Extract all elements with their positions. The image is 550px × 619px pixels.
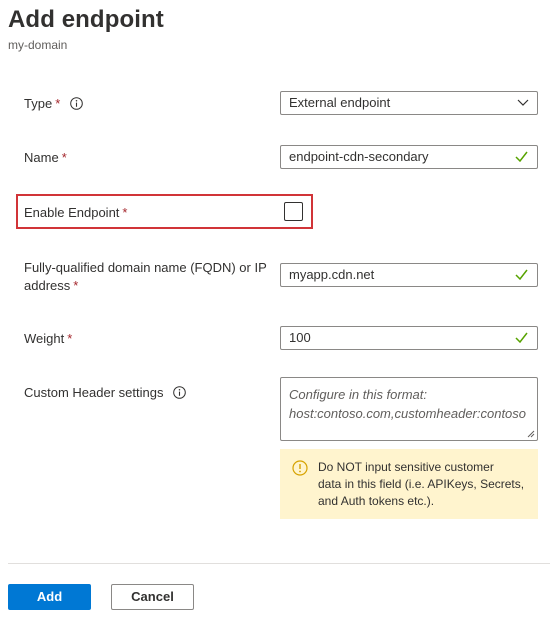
warning-icon (292, 460, 308, 476)
chevron-down-icon (517, 99, 529, 106)
fqdn-label-line1: Fully-qualified domain name (FQDN) or IP (24, 260, 267, 275)
cancel-button[interactable]: Cancel (111, 584, 194, 610)
required-marker: * (61, 150, 67, 165)
required-marker: * (73, 278, 79, 293)
type-dropdown[interactable]: External endpoint (280, 91, 538, 115)
weight-label: Weight (24, 331, 65, 346)
type-label-row: Type * (24, 95, 83, 113)
type-label: Type (24, 96, 53, 111)
enable-endpoint-checkbox[interactable] (284, 202, 303, 221)
fqdn-label-row: Fully-qualified domain name (FQDN) or IP… (24, 259, 267, 295)
fqdn-input-value: myapp.cdn.net (289, 267, 375, 282)
warning-text-line3: and Auth tokens etc.). (318, 494, 435, 508)
name-input[interactable]: endpoint-cdn-secondary (280, 145, 538, 169)
warning-text-line1: Do NOT input sensitive customer (318, 460, 494, 474)
checkmark-icon (515, 151, 528, 162)
resize-grip-icon[interactable] (527, 430, 535, 438)
sensitive-data-warning: Do NOT input sensitive customer data in … (280, 449, 538, 519)
enable-endpoint-label: Enable Endpoint (24, 205, 120, 220)
name-label: Name (24, 150, 59, 165)
custom-header-placeholder-line1: Configure in this format: (289, 387, 428, 402)
page-subtitle: my-domain (8, 38, 68, 52)
required-marker: * (55, 96, 61, 111)
add-button[interactable]: Add (8, 584, 91, 610)
name-label-row: Name * (24, 149, 67, 167)
type-dropdown-value: External endpoint (289, 95, 391, 110)
required-marker: * (67, 331, 73, 346)
enable-endpoint-label-row: Enable Endpoint * (24, 204, 127, 222)
weight-input[interactable]: 100 (280, 326, 538, 350)
fqdn-input[interactable]: myapp.cdn.net (280, 263, 538, 287)
required-marker: * (122, 205, 128, 220)
name-input-value: endpoint-cdn-secondary (289, 149, 429, 164)
info-icon[interactable] (70, 97, 83, 110)
fqdn-label-line2: address (24, 278, 71, 293)
custom-header-label-row: Custom Header settings (24, 384, 186, 402)
custom-header-placeholder-line2: host:contoso.com,customheader:contoso (289, 406, 527, 421)
checkmark-icon (515, 269, 528, 280)
info-icon[interactable] (173, 386, 186, 399)
checkmark-icon (515, 332, 528, 343)
custom-header-label: Custom Header settings (24, 385, 164, 400)
weight-label-row: Weight * (24, 330, 72, 348)
custom-header-textarea[interactable]: Configure in this format: host:contoso.c… (280, 377, 538, 441)
footer-divider (8, 563, 550, 564)
page-title: Add endpoint (8, 6, 164, 33)
weight-input-value: 100 (289, 330, 311, 345)
warning-text-line2: data in this field (i.e. APIKeys, Secret… (318, 477, 525, 491)
